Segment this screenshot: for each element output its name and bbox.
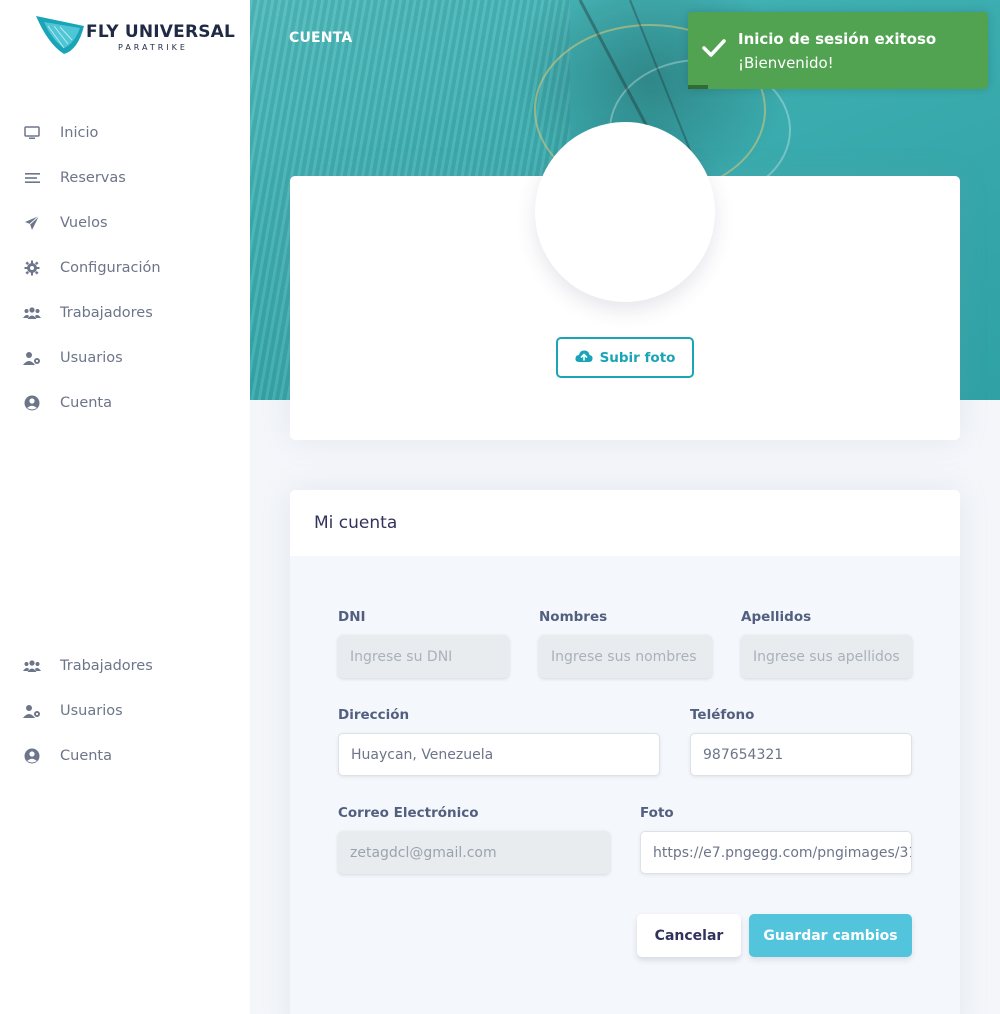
brand-title: FLY UNIVERSAL [86,22,236,42]
sidebar-item-cuenta[interactable]: Cuenta [0,733,250,778]
account-card-header: Mi cuenta [290,490,960,556]
brand-logo[interactable]: FLY UNIVERSAL PARATRIKE [34,14,235,58]
account-card: Mi cuenta DNI Ingrese su DNI Nombres Ing… [290,490,960,1014]
sidebar-item-label: Trabajadores [60,657,153,674]
account-title: Mi cuenta [314,513,398,533]
success-toast[interactable]: Inicio de sesión exitoso ¡Bienvenido! [688,12,988,89]
brand-subtitle: PARATRIKE [118,43,188,52]
sidebar-item-label: Trabajadores [60,304,153,321]
upload-photo-label: Subir foto [599,349,676,366]
toast-message: ¡Bienvenido! [738,54,834,72]
email-field[interactable]: zetagdcl@gmail.com [338,831,610,874]
foto-url-field[interactable]: https://e7.pngegg.com/pngimages/312 [640,831,912,874]
nombres-field[interactable]: Ingrese sus nombres [539,635,712,678]
sidebar-item-label: Usuarios [60,349,123,366]
profile-card: Subir foto [290,122,960,440]
sidebar-item-trabajadores[interactable]: Trabajadores [0,290,250,335]
toast-progress-bar [688,85,708,89]
sidebar-item-reservas[interactable]: Reservas [0,155,250,200]
sidebar: FLY UNIVERSAL PARATRIKE Inicio Reservas … [0,0,250,1014]
user-circle-icon [23,394,41,412]
apellidos-field[interactable]: Ingrese sus apellidos [741,635,912,678]
cancel-button[interactable]: Cancelar [637,914,741,957]
telefono-field[interactable]: 987654321 [690,733,912,776]
paper-plane-icon [23,214,41,232]
cloud-upload-icon [575,348,593,367]
sidebar-item-label: Inicio [60,124,99,141]
sidebar-item-inicio[interactable]: Inicio [0,110,250,155]
direccion-field[interactable]: Huaycan, Venezuela [338,733,660,776]
sidebar-item-configuracion[interactable]: Configuración [0,245,250,290]
users-icon [23,304,41,322]
nombres-label: Nombres [539,609,608,625]
direccion-label: Dirección [338,707,410,723]
sidebar-item-usuarios[interactable]: Usuarios [0,335,250,380]
save-changes-button[interactable]: Guardar cambios [749,914,912,957]
list-icon [23,169,41,187]
sidebar-nav-top: Inicio Reservas Vuelos Configuración Tra… [0,110,250,425]
wing-logo-icon [36,16,84,54]
users-icon [23,657,41,675]
dni-label: DNI [338,609,366,625]
gear-icon [23,259,41,277]
correo-label: Correo Electrónico [338,805,479,821]
page-title: CUENTA [289,30,353,46]
monitor-icon [23,124,41,142]
upload-photo-button[interactable]: Subir foto [556,337,694,378]
avatar[interactable] [535,122,715,302]
user-cog-icon [23,349,41,367]
sidebar-nav-bottom: Trabajadores Usuarios Cuenta [0,643,250,778]
sidebar-item-label: Cuenta [60,394,112,411]
telefono-label: Teléfono [690,707,755,723]
sidebar-item-cuenta[interactable]: Cuenta [0,380,250,425]
user-cog-icon [23,702,41,720]
sidebar-item-usuarios[interactable]: Usuarios [0,688,250,733]
user-circle-icon [23,747,41,765]
check-icon [702,38,726,62]
sidebar-item-trabajadores[interactable]: Trabajadores [0,643,250,688]
sidebar-item-label: Vuelos [60,214,108,231]
toast-title: Inicio de sesión exitoso [738,30,937,48]
sidebar-item-label: Cuenta [60,747,112,764]
sidebar-item-label: Reservas [60,169,126,186]
sidebar-item-vuelos[interactable]: Vuelos [0,200,250,245]
foto-label: Foto [640,805,674,821]
apellidos-label: Apellidos [741,609,812,625]
sidebar-item-label: Usuarios [60,702,123,719]
sidebar-item-label: Configuración [60,259,161,276]
dni-field[interactable]: Ingrese su DNI [338,635,509,678]
